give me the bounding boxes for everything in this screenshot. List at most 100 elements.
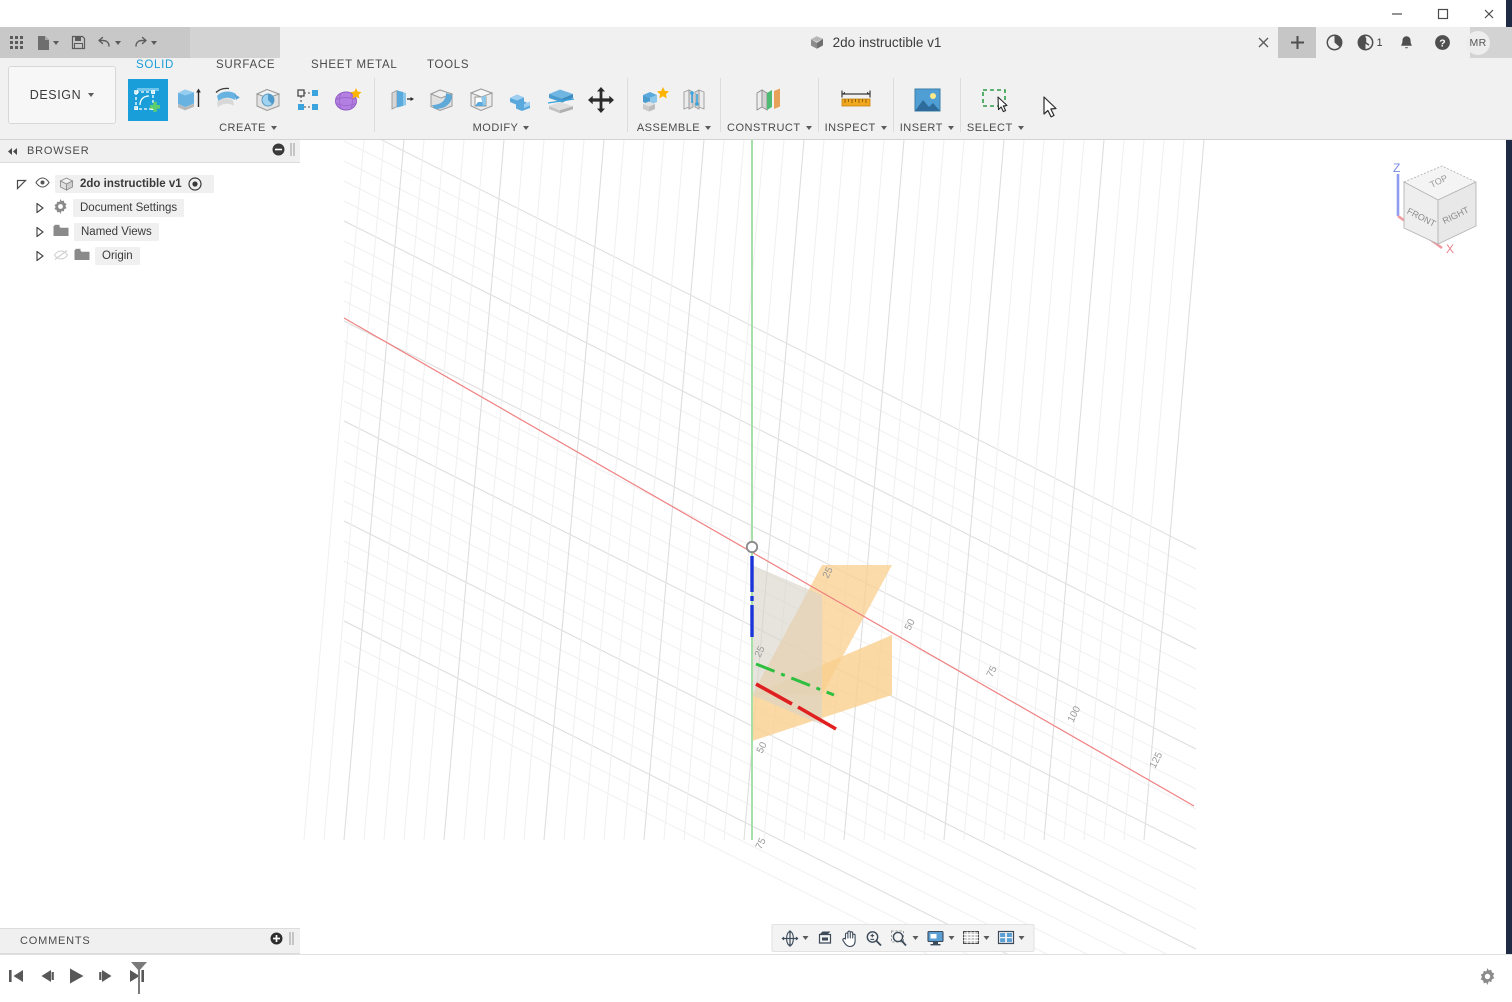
browser-minimize-icon[interactable] (272, 143, 285, 161)
offset-plane-icon[interactable] (749, 79, 789, 121)
joint-icon[interactable] (674, 79, 714, 121)
svg-text:50: 50 (903, 617, 918, 632)
avatar-initials: MR (1466, 30, 1490, 55)
viewports-icon[interactable] (995, 926, 1028, 950)
application-bar: 2do instructible v1 1 ? MR (0, 27, 1512, 58)
add-comment-icon[interactable] (270, 932, 283, 950)
new-component-icon[interactable] (634, 79, 674, 121)
panel-construct-label[interactable]: CONSTRUCT (727, 122, 812, 134)
undo-caret-icon (115, 40, 121, 45)
viewport-3d[interactable]: 25 50 75 100 125 25 50 75 Z X TOP FRONT … (300, 140, 1506, 954)
expand-triangle-icon[interactable] (32, 250, 48, 262)
collapse-browser-icon[interactable] (6, 147, 19, 156)
browser-resize-handle[interactable] (289, 142, 296, 162)
redo-icon[interactable] (128, 30, 162, 56)
browser-item-root[interactable]: 2do instructible v1 (0, 172, 300, 196)
panel-divider (374, 78, 375, 132)
panel-insert-label[interactable]: INSERT (900, 122, 954, 134)
display-settings-caret-icon[interactable] (948, 936, 955, 940)
tab-surface[interactable]: SURFACE (216, 59, 275, 71)
component-icon (59, 177, 74, 191)
press-pull-icon[interactable] (381, 79, 421, 121)
ribbon-panels: CREATE MODIFY ASSEMBLE CONSTRUCT INSPECT… (128, 78, 1024, 140)
browser-header: BROWSER (0, 140, 300, 163)
tab-tools[interactable]: TOOLS (427, 59, 469, 71)
extrude-icon[interactable] (168, 79, 208, 121)
file-icon[interactable] (30, 30, 64, 56)
undo-icon[interactable] (92, 30, 126, 56)
fit-caret-icon[interactable] (912, 936, 919, 940)
minimize-icon[interactable] (1374, 0, 1420, 27)
fit-icon[interactable] (888, 926, 922, 950)
move-copy-icon[interactable] (581, 79, 621, 121)
bell-icon[interactable] (1388, 27, 1424, 58)
grid-snaps-icon[interactable] (960, 926, 993, 950)
combine-icon[interactable] (501, 79, 541, 121)
document-tab-strip: 2do instructible v1 1 ? MR (190, 27, 1512, 58)
svg-text:50: 50 (755, 740, 770, 755)
svg-text:125: 125 (1148, 750, 1166, 770)
help-icon[interactable]: ? (1424, 27, 1460, 58)
display-settings-icon[interactable] (924, 926, 958, 950)
browser-root-row[interactable]: 2do instructible v1 (55, 175, 214, 193)
panel-inspect-label[interactable]: INSPECT (825, 122, 887, 134)
browser-named-views-label: Named Views (74, 223, 159, 241)
panel-insert-caret-icon (947, 126, 954, 130)
comments-panel[interactable]: COMMENTS (0, 928, 300, 954)
expand-triangle-icon[interactable] (14, 178, 30, 190)
sweep-icon[interactable] (248, 79, 288, 121)
browser-item-named-views[interactable]: Named Views (0, 220, 300, 244)
go-to-beginning-icon[interactable] (6, 964, 26, 988)
quick-access-toolbar (0, 27, 190, 58)
recent-documents-icon[interactable]: 1 (1352, 27, 1388, 58)
orbit-icon[interactable] (779, 926, 812, 950)
play-icon[interactable] (66, 964, 86, 988)
create-sketch-icon[interactable] (128, 79, 168, 121)
browser-item-document-settings[interactable]: Document Settings (0, 196, 300, 220)
panel-create-label[interactable]: CREATE (219, 122, 277, 134)
panel-assemble-label[interactable]: ASSEMBLE (637, 122, 712, 134)
tab-solid[interactable]: SOLID (136, 59, 174, 71)
chevron-down-icon (88, 93, 95, 97)
app-grid-icon[interactable] (4, 30, 28, 56)
select-icon[interactable] (975, 79, 1015, 121)
panel-select-label[interactable]: SELECT (967, 122, 1024, 134)
revolve-icon[interactable] (208, 79, 248, 121)
expand-triangle-icon[interactable] (32, 202, 48, 214)
save-icon[interactable] (66, 30, 90, 56)
maximize-icon[interactable] (1420, 0, 1466, 27)
orbit-caret-icon[interactable] (802, 936, 809, 940)
pan-icon[interactable] (839, 926, 861, 950)
timeline-settings-gear-icon[interactable] (1479, 968, 1496, 990)
job-status-icon[interactable] (1316, 27, 1352, 58)
avatar[interactable]: MR (1460, 27, 1496, 58)
appbar-icons: 1 ? MR (1316, 27, 1496, 58)
activate-component-icon[interactable] (188, 177, 202, 191)
browser-header-actions (272, 140, 296, 163)
tab-sheet-metal[interactable]: SHEET METAL (311, 59, 398, 71)
comments-actions (270, 931, 295, 951)
visibility-eye-icon[interactable] (35, 177, 50, 191)
look-at-icon[interactable] (814, 926, 837, 950)
comments-resize-handle[interactable] (288, 931, 295, 951)
shell-icon[interactable] (461, 79, 501, 121)
panel-modify-label[interactable]: MODIFY (473, 122, 530, 134)
tab-close-icon[interactable] (1248, 27, 1278, 58)
step-forward-icon[interactable] (96, 964, 116, 988)
view-cube[interactable]: Z X TOP FRONT RIGHT (1380, 152, 1498, 270)
browser-item-origin[interactable]: Origin (0, 244, 300, 268)
fillet-icon[interactable] (421, 79, 461, 121)
timeline-marker[interactable] (128, 961, 150, 995)
expand-triangle-icon[interactable] (32, 226, 48, 238)
new-tab-button[interactable] (1278, 27, 1316, 58)
insert-image-icon[interactable] (907, 79, 947, 121)
split-face-icon[interactable] (541, 79, 581, 121)
create-form-icon[interactable] (328, 79, 368, 121)
measure-icon[interactable] (836, 79, 876, 121)
zoom-icon[interactable] (863, 926, 886, 950)
pattern-icon[interactable] (288, 79, 328, 121)
step-back-icon[interactable] (36, 964, 56, 988)
viewports-caret-icon[interactable] (1018, 936, 1025, 940)
visibility-hidden-icon[interactable] (53, 249, 69, 264)
grid-snaps-caret-icon[interactable] (983, 936, 990, 940)
